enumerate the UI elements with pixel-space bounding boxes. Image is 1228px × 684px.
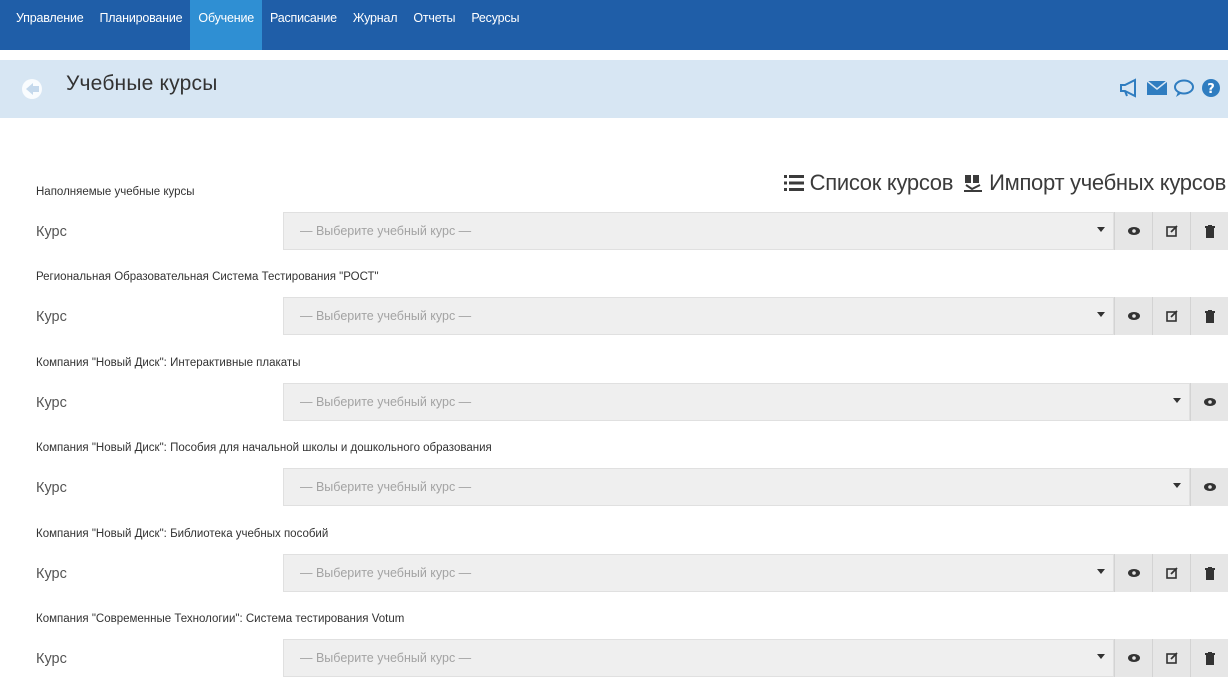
nav-item[interactable]: Отчеты	[405, 0, 463, 50]
view-button[interactable]	[1114, 297, 1152, 335]
delete-button[interactable]	[1190, 639, 1228, 677]
eye-icon	[1127, 568, 1141, 578]
megaphone-icon[interactable]	[1119, 77, 1141, 99]
section-title: Компания "Новый Диск": Пособия для начал…	[36, 442, 492, 454]
chat-icon[interactable]	[1173, 77, 1195, 99]
chevron-down-icon	[1097, 654, 1105, 659]
eye-icon	[1127, 653, 1141, 663]
delete-button[interactable]	[1190, 297, 1228, 335]
trash-icon	[1204, 224, 1215, 238]
chevron-down-icon	[1173, 398, 1181, 403]
course-label: Курс	[36, 395, 67, 411]
eye-icon	[1203, 397, 1217, 407]
import-courses-link[interactable]: Импорт учебных курсов	[963, 170, 1226, 196]
section-title: Компания "Новый Диск": Библиотека учебны…	[36, 528, 329, 540]
page-title: Учебные курсы	[66, 72, 218, 95]
chevron-down-icon	[1097, 227, 1105, 232]
section-title: Компания "Современные Технологии": Систе…	[36, 613, 405, 625]
course-label: Курс	[36, 224, 67, 240]
trash-icon	[1204, 651, 1215, 665]
nav-item[interactable]: Планирование	[92, 0, 191, 50]
edit-button[interactable]	[1152, 639, 1190, 677]
course-select[interactable]: — Выберите учебный курс —	[283, 297, 1114, 335]
chevron-down-icon	[1097, 569, 1105, 574]
chevron-down-icon	[1097, 312, 1105, 317]
view-button[interactable]	[1190, 383, 1228, 421]
course-label: Курс	[36, 309, 67, 325]
edit-button[interactable]	[1152, 554, 1190, 592]
envelope-icon[interactable]	[1146, 77, 1168, 99]
edit-icon	[1165, 567, 1178, 579]
course-select[interactable]: — Выберите учебный курс —	[283, 383, 1190, 421]
list-icon	[783, 175, 804, 191]
edit-button[interactable]	[1152, 212, 1190, 250]
course-select[interactable]: — Выберите учебный курс —	[283, 639, 1114, 677]
view-button[interactable]	[1114, 639, 1152, 677]
eye-icon	[1127, 226, 1141, 236]
course-list-link[interactable]: Список курсов	[783, 170, 954, 196]
edit-icon	[1165, 310, 1178, 322]
section-title: Региональная Образовательная Система Тес…	[36, 271, 379, 283]
nav-item[interactable]: Обучение	[190, 0, 262, 50]
course-label: Курс	[36, 651, 67, 667]
nav-item[interactable]: Ресурсы	[463, 0, 527, 50]
edit-icon	[1165, 652, 1178, 664]
edit-icon	[1165, 225, 1178, 237]
help-icon[interactable]: ?	[1200, 77, 1222, 99]
view-button[interactable]	[1114, 212, 1152, 250]
nav-item[interactable]: Управление	[8, 0, 92, 50]
back-icon[interactable]	[18, 78, 44, 100]
chevron-down-icon	[1173, 483, 1181, 488]
eye-icon	[1127, 311, 1141, 321]
course-label: Курс	[36, 480, 67, 496]
view-button[interactable]	[1190, 468, 1228, 506]
course-select[interactable]: — Выберите учебный курс —	[283, 212, 1114, 250]
view-button[interactable]	[1114, 554, 1152, 592]
svg-text:?: ?	[1207, 82, 1215, 97]
section-title: Компания "Новый Диск": Интерактивные пла…	[36, 357, 301, 369]
course-actions: Список курсов Импорт учебных курсов	[783, 170, 1226, 196]
top-navigation: Управление Планирование Обучение Расписание…	[0, 0, 1228, 50]
import-courses-label: Импорт учебных курсов	[989, 170, 1226, 195]
nav-item[interactable]: Журнал	[345, 0, 405, 50]
page-header: Учебные курсы ?	[0, 60, 1228, 118]
nav-item[interactable]: Расписание	[262, 0, 345, 50]
course-select-placeholder: — Выберите учебный курс —	[300, 309, 472, 323]
course-select-placeholder: — Выберите учебный курс —	[300, 566, 472, 580]
course-select[interactable]: — Выберите учебный курс —	[283, 554, 1114, 592]
course-select-placeholder: — Выберите учебный курс —	[300, 224, 472, 238]
delete-button[interactable]	[1190, 554, 1228, 592]
course-label: Курс	[36, 566, 67, 582]
trash-icon	[1204, 309, 1215, 323]
import-icon	[964, 175, 983, 192]
eye-icon	[1203, 482, 1217, 492]
course-list-label: Список курсов	[809, 170, 954, 195]
trash-icon	[1204, 566, 1215, 580]
header-icons: ?	[1119, 77, 1222, 99]
course-select-placeholder: — Выберите учебный курс —	[300, 651, 472, 665]
course-select-placeholder: — Выберите учебный курс —	[300, 395, 472, 409]
delete-button[interactable]	[1190, 212, 1228, 250]
course-select[interactable]: — Выберите учебный курс —	[283, 468, 1190, 506]
course-select-placeholder: — Выберите учебный курс —	[300, 480, 472, 494]
section-title: Наполняемые учебные курсы	[36, 186, 195, 198]
edit-button[interactable]	[1152, 297, 1190, 335]
